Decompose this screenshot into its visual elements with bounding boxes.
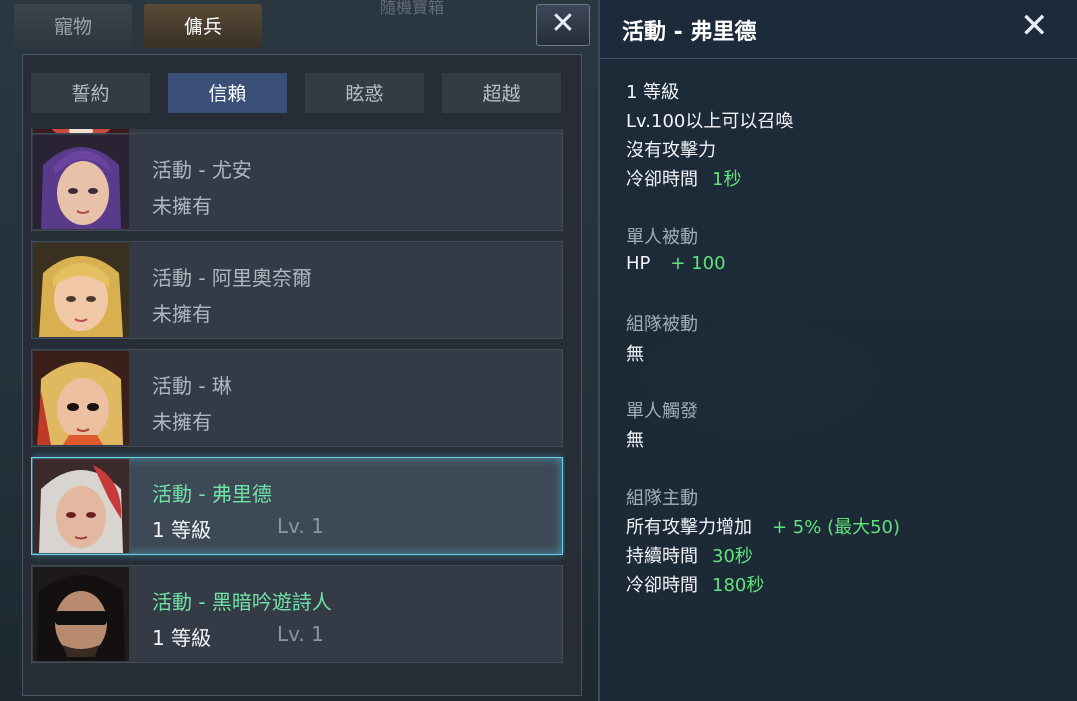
detail-summon-requirement: Lv.100以上可以召喚	[626, 111, 794, 132]
stat-value: + 100	[670, 253, 726, 274]
mercenary-portrait	[33, 135, 129, 229]
section-party-active: 組隊主動	[626, 488, 698, 509]
detail-header: 活動 - 弗里德 ✕	[600, 0, 1077, 59]
party-active-cooldown: 冷卻時間 180秒	[626, 571, 764, 597]
solo-trigger-value: 無	[626, 430, 644, 451]
mercenary-lv-badge: Lv. 1	[277, 514, 324, 538]
mercenary-name: 活動 - 尤安	[152, 158, 252, 182]
tab-transcend[interactable]: 超越	[442, 73, 561, 113]
duration-label: 持續時間	[626, 546, 698, 567]
effect-value: + 5% (最大50)	[772, 517, 901, 538]
cooldown-label: 冷卻時間	[626, 575, 698, 596]
mercenary-portrait	[33, 567, 129, 661]
mercenary-level-text: 1 等級	[152, 626, 212, 650]
list-item[interactable]: 活動 - 尤安 未擁有	[31, 133, 563, 231]
tab-trust[interactable]: 信賴	[168, 73, 287, 113]
mercenary-list-frame: 誓約 信賴 眩惑 超越 活動 - 尤安 未擁有 活動 - 阿里奧奈爾 未擁有 活…	[22, 54, 582, 696]
tab-mercenaries[interactable]: 傭兵	[144, 4, 262, 48]
mercenary-lv-badge: Lv. 1	[277, 622, 324, 646]
mercenary-name: 活動 - 琳	[152, 374, 232, 398]
sub-tab-bar: 誓約 信賴 眩惑 超越	[31, 73, 579, 113]
mercenary-portrait	[33, 459, 129, 553]
party-active-effect: 所有攻擊力增加 + 5% (最大50)	[626, 513, 900, 539]
mercenary-window: 寵物 傭兵 誓約 信賴 眩惑 超越 活動 - 尤安 未擁有 活動 - 阿里奧奈爾…	[10, 0, 590, 701]
mercenary-name: 活動 - 阿里奧奈爾	[152, 266, 312, 290]
list-item[interactable]: 活動 - 阿里奧奈爾 未擁有	[31, 241, 563, 339]
mercenary-status: 未擁有	[152, 302, 212, 326]
mercenary-status: 未擁有	[152, 410, 212, 434]
list-item[interactable]: 活動 - 黑暗吟遊詩人 1 等級 Lv. 1	[31, 565, 563, 663]
party-passive-value: 無	[626, 344, 644, 365]
close-icon[interactable]: ✕	[536, 4, 590, 46]
detail-cooldown: 冷卻時間 1秒	[626, 165, 741, 191]
mercenary-detail-panel: 活動 - 弗里德 ✕ 1 等級 Lv.100以上可以召喚 沒有攻擊力 冷卻時間 1…	[598, 0, 1077, 701]
section-party-passive: 組隊被動	[626, 314, 698, 335]
party-active-duration: 持續時間 30秒	[626, 542, 753, 568]
list-item[interactable]: 活動 - 琳 未擁有	[31, 349, 563, 447]
cooldown-value: 180秒	[712, 575, 765, 596]
list-item-selected[interactable]: 活動 - 弗里德 1 等級 Lv. 1	[31, 457, 563, 555]
mercenary-portrait	[33, 351, 129, 445]
mercenary-list: 活動 - 尤安 未擁有 活動 - 阿里奧奈爾 未擁有 活動 - 琳 未擁有 活動…	[31, 129, 565, 689]
mercenary-status: 未擁有	[152, 194, 212, 218]
solo-passive-stat: HP + 100	[626, 253, 726, 274]
mercenary-name: 活動 - 弗里德	[152, 482, 272, 506]
effect-label: 所有攻擊力增加	[626, 517, 752, 538]
cooldown-label: 冷卻時間	[626, 169, 698, 190]
section-solo-trigger: 單人觸發	[626, 401, 698, 422]
mercenary-name: 活動 - 黑暗吟遊詩人	[152, 590, 332, 614]
tab-oath[interactable]: 誓約	[31, 73, 150, 113]
tab-pets[interactable]: 寵物	[14, 4, 132, 48]
detail-attack: 沒有攻擊力	[626, 140, 716, 161]
top-tab-bar: 寵物 傭兵	[14, 4, 274, 48]
cooldown-value: 1秒	[712, 169, 742, 190]
duration-value: 30秒	[712, 546, 753, 567]
stat-label: HP	[626, 253, 651, 274]
mercenary-level-text: 1 等級	[152, 518, 212, 542]
tab-charm[interactable]: 眩惑	[305, 73, 424, 113]
detail-title: 活動 - 弗里德	[622, 20, 757, 45]
detail-level: 1 等級	[626, 82, 680, 103]
close-icon[interactable]: ✕	[1020, 6, 1049, 46]
section-solo-passive: 單人被動	[626, 227, 698, 248]
mercenary-portrait	[33, 243, 129, 337]
